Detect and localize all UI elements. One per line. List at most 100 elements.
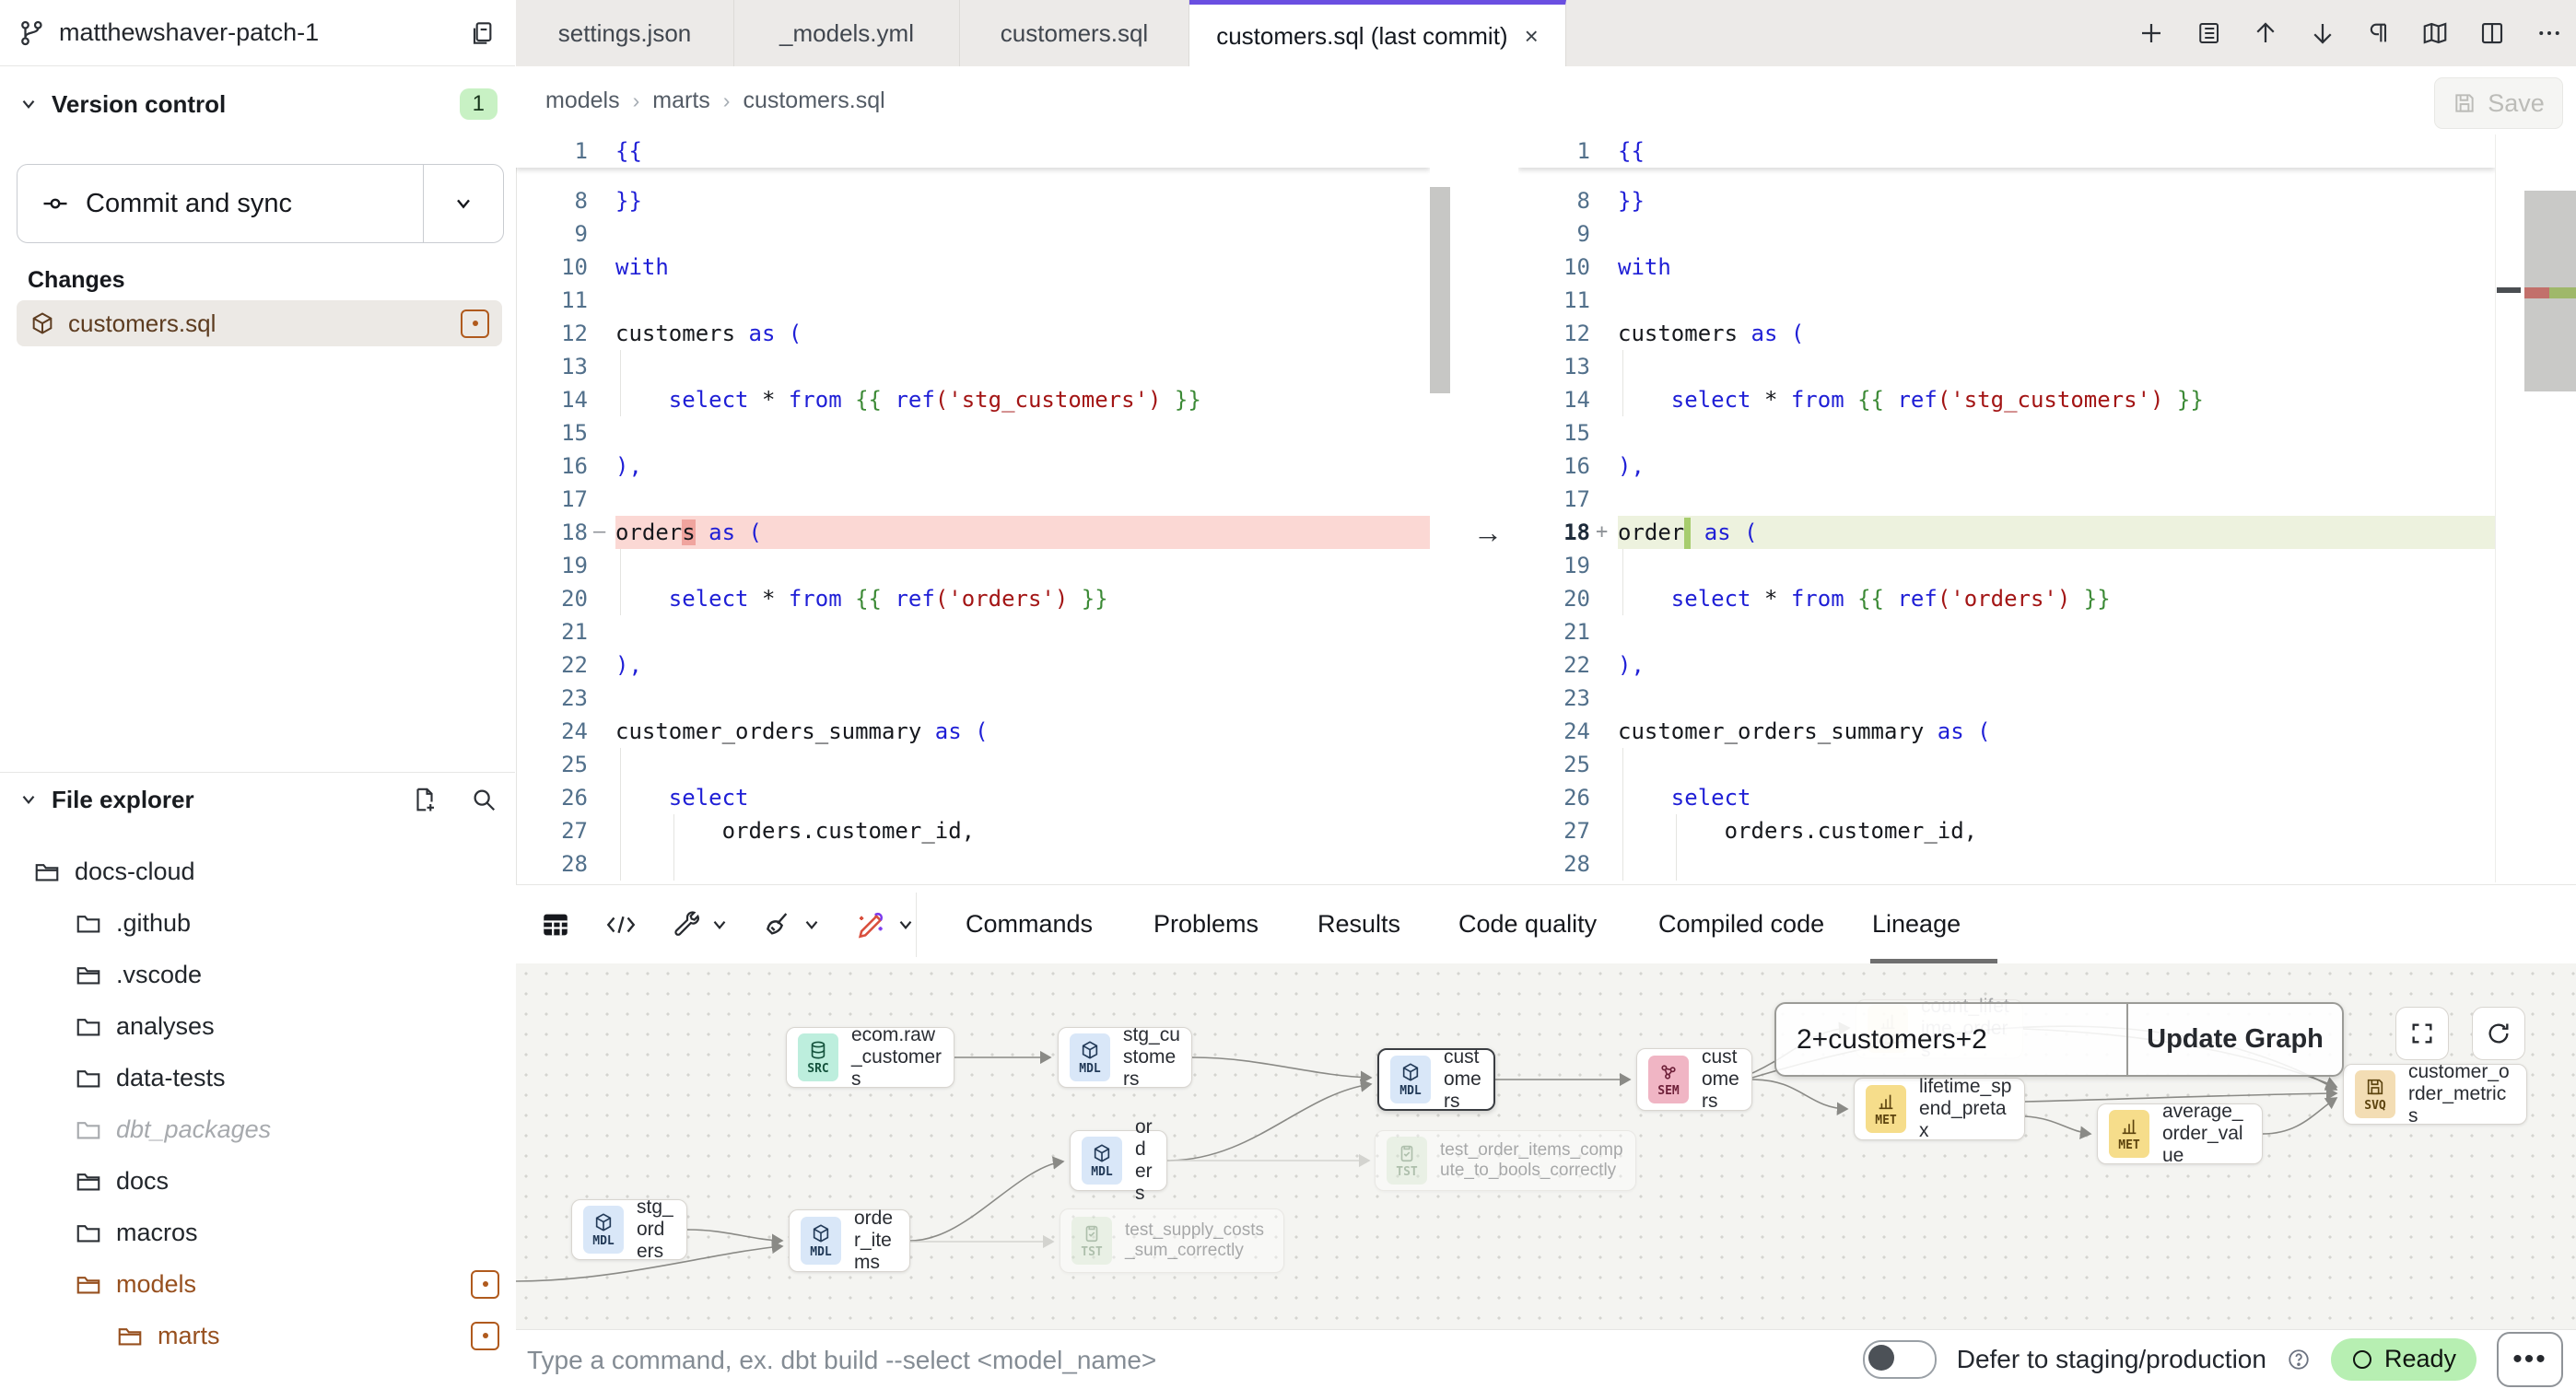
- version-control-header[interactable]: Version control 1: [18, 88, 498, 120]
- update-graph-button[interactable]: Update Graph: [2126, 1004, 2342, 1075]
- copy-file-icon[interactable]: [467, 18, 497, 48]
- lineage-node-orders[interactable]: MDLorders: [1070, 1130, 1167, 1191]
- code-line-11[interactable]: 11: [1518, 284, 2495, 317]
- code-line-26[interactable]: 26 select: [1518, 781, 2495, 814]
- code-line-18[interactable]: 18+order as (: [1518, 516, 2495, 549]
- panel-tab-commands[interactable]: Commands: [966, 885, 1093, 963]
- lineage-node-customer-order-metrics[interactable]: SVQcustomer_order_metrics: [2343, 1064, 2527, 1125]
- diff-pane-modified[interactable]: 1{{8}}910with1112customers as (1314 sele…: [1518, 134, 2495, 882]
- changed-file-row[interactable]: customers.sql: [17, 300, 502, 346]
- code-line-8[interactable]: 8}}: [516, 184, 1430, 217]
- code-line-22[interactable]: 22),: [1518, 648, 2495, 682]
- code-icon[interactable]: [604, 911, 638, 939]
- help-icon[interactable]: [2287, 1348, 2311, 1371]
- panel-tab-problems[interactable]: Problems: [1153, 885, 1259, 963]
- code-line-16[interactable]: 16),: [516, 449, 1430, 483]
- more-icon[interactable]: [2535, 19, 2563, 47]
- lineage-node-customers[interactable]: MDLcustomers: [1377, 1048, 1495, 1111]
- code-line-23[interactable]: 23: [1518, 682, 2495, 715]
- code-line-19[interactable]: 19: [1518, 549, 2495, 582]
- code-line-26[interactable]: 26 select: [516, 781, 1430, 814]
- lineage-node-stg-customers[interactable]: MDLstg_customers: [1058, 1027, 1192, 1088]
- lineage-node-test-supply-costs-sum-correctly[interactable]: TSTtest_supply_costs_sum_correctly: [1060, 1208, 1284, 1273]
- code-line-24[interactable]: 24customer_orders_summary as (: [516, 715, 1430, 748]
- revert-change-arrow-icon[interactable]: →: [1467, 516, 1509, 549]
- file-tree-item-analyses[interactable]: analyses: [75, 1002, 499, 1050]
- fullscreen-button[interactable]: [2395, 1007, 2449, 1060]
- code-line-18[interactable]: 18–orders as (: [516, 516, 1430, 549]
- code-line-22[interactable]: 22),: [516, 648, 1430, 682]
- panel-tab-compiled-code[interactable]: Compiled code: [1658, 885, 1824, 963]
- plus-icon[interactable]: [2137, 19, 2165, 47]
- breadcrumb-item[interactable]: models: [545, 88, 620, 114]
- lineage-node-order-items[interactable]: MDLorder_items: [789, 1209, 910, 1272]
- overview-ruler[interactable]: [2523, 134, 2576, 882]
- code-line-14[interactable]: 14 select * from {{ ref('stg_customers')…: [1518, 383, 2495, 416]
- lineage-node-average-order-value[interactable]: METaverage_order_value: [2097, 1103, 2263, 1164]
- build-wrench-icon[interactable]: [671, 910, 730, 940]
- status-badge[interactable]: Ready: [2331, 1338, 2476, 1381]
- tab--models-yml[interactable]: _models.yml: [734, 0, 960, 66]
- lineage-node-lifetime-spend-pretax[interactable]: METlifetime_spend_pretax: [1854, 1078, 2025, 1140]
- breadcrumb-item[interactable]: marts: [652, 88, 710, 114]
- tab-settings-json[interactable]: settings.json: [516, 0, 734, 66]
- panel-tab-code-quality[interactable]: Code quality: [1458, 885, 1597, 963]
- file-tree-item-docs[interactable]: docs: [75, 1157, 499, 1205]
- file-tree-item-macros[interactable]: macros: [75, 1208, 499, 1256]
- code-line-21[interactable]: 21: [1518, 615, 2495, 648]
- lineage-node-customers[interactable]: SEMcustomers: [1636, 1048, 1752, 1111]
- results-table-icon[interactable]: [540, 909, 571, 940]
- code-line-25[interactable]: 25: [516, 748, 1430, 781]
- panel-tab-lineage[interactable]: Lineage: [1872, 885, 1961, 963]
- code-line-28[interactable]: 28: [516, 847, 1430, 881]
- close-icon[interactable]: ×: [1525, 22, 1539, 51]
- file-tree-item-marts[interactable]: marts: [116, 1312, 499, 1360]
- code-line-19[interactable]: 19: [516, 549, 1430, 582]
- clean-broom-icon[interactable]: [763, 910, 822, 940]
- refresh-button[interactable]: [2472, 1007, 2525, 1060]
- file-tree-item--github[interactable]: .github: [75, 899, 499, 947]
- code-line-10[interactable]: 10with: [516, 251, 1430, 284]
- commit-options-caret[interactable]: [423, 165, 503, 242]
- code-line-14[interactable]: 14 select * from {{ ref('stg_customers')…: [516, 383, 1430, 416]
- code-line-20[interactable]: 20 select * from {{ ref('orders') }}: [516, 582, 1430, 615]
- save-button[interactable]: Save: [2434, 77, 2563, 129]
- file-explorer-header[interactable]: File explorer: [18, 779, 498, 820]
- code-line-27[interactable]: 27 orders.customer_id,: [516, 814, 1430, 847]
- commit-and-sync-main[interactable]: Commit and sync: [18, 165, 423, 242]
- file-tree-item--vscode[interactable]: .vscode: [75, 951, 499, 998]
- code-line-24[interactable]: 24customer_orders_summary as (: [1518, 715, 2495, 748]
- tab-customers-sql-last-commit-[interactable]: customers.sql (last commit)×: [1189, 0, 1566, 67]
- code-line-13[interactable]: 13: [1518, 350, 2495, 383]
- lineage-node-ecom-raw-customers[interactable]: SRCecom.raw_customers: [786, 1027, 954, 1088]
- code-line-9[interactable]: 9: [516, 217, 1430, 251]
- arrow-down-icon[interactable]: [2309, 19, 2336, 47]
- panel-tab-results[interactable]: Results: [1317, 885, 1400, 963]
- code-line-28[interactable]: 28: [1518, 847, 2495, 881]
- file-tree-item-docs-cloud[interactable]: docs-cloud: [33, 847, 499, 895]
- pilcrow-icon[interactable]: [2366, 20, 2392, 46]
- breadcrumb-item[interactable]: customers.sql: [743, 88, 884, 114]
- code-line-15[interactable]: 15: [516, 416, 1430, 449]
- fix-wand-icon[interactable]: [855, 909, 916, 940]
- search-icon[interactable]: [470, 786, 498, 813]
- command-input[interactable]: [525, 1330, 1727, 1389]
- diff-pane-original[interactable]: 1{{8}}910with1112customers as (1314 sele…: [516, 134, 1430, 882]
- split-editor-icon[interactable]: [2478, 19, 2506, 47]
- code-line-8[interactable]: 8}}: [1518, 184, 2495, 217]
- left-pane-scrollbar[interactable]: [1430, 187, 1450, 393]
- code-line-23[interactable]: 23: [516, 682, 1430, 715]
- lineage-node-stg-orders[interactable]: MDLstg_orders: [571, 1199, 687, 1260]
- code-line-25[interactable]: 25: [1518, 748, 2495, 781]
- code-line-1[interactable]: 1{{: [516, 134, 1430, 168]
- code-line-12[interactable]: 12customers as (: [516, 317, 1430, 350]
- map-icon[interactable]: [2421, 19, 2449, 47]
- code-line-10[interactable]: 10with: [1518, 251, 2495, 284]
- more-options-button[interactable]: •••: [2497, 1332, 2563, 1387]
- outline-list-icon[interactable]: [2195, 19, 2222, 47]
- code-line-11[interactable]: 11: [516, 284, 1430, 317]
- lineage-selector-input[interactable]: 2+customers+2: [1776, 1004, 2126, 1075]
- file-tree-item-dbt-packages[interactable]: dbt_packages: [75, 1105, 499, 1153]
- code-line-12[interactable]: 12customers as (: [1518, 317, 2495, 350]
- new-file-icon[interactable]: [411, 786, 439, 813]
